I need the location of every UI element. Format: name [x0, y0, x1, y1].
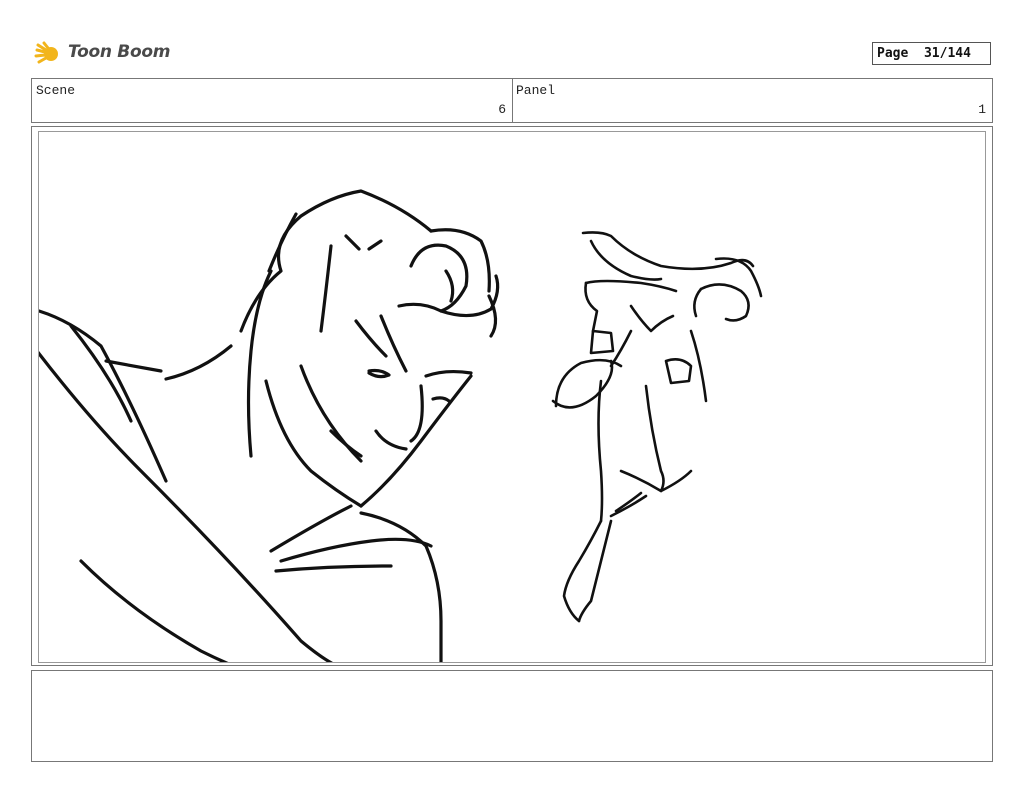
sun-icon — [34, 41, 58, 64]
panel-number: 1 — [978, 102, 986, 117]
scene-number: 6 — [498, 102, 506, 117]
scene-label: Scene — [36, 83, 76, 98]
scene-cell: Scene 6 — [32, 79, 513, 122]
page-label: Page — [877, 46, 909, 61]
page-indicator: Page 31/144 — [872, 42, 991, 65]
female-hero-sketch — [551, 231, 763, 623]
page-number: 31/144 — [923, 46, 971, 61]
panel-drawing-area — [38, 131, 986, 663]
panel-cell: Panel 1 — [512, 79, 992, 122]
scene-panel-header: Scene 6 Panel 1 — [31, 78, 993, 123]
panel-label: Panel — [516, 83, 556, 98]
panel-notes-area — [31, 670, 993, 762]
male-hero-sketch — [39, 189, 500, 662]
storyboard-sketch — [39, 189, 763, 662]
logo-wordmark: Toon Boom — [68, 42, 171, 62]
